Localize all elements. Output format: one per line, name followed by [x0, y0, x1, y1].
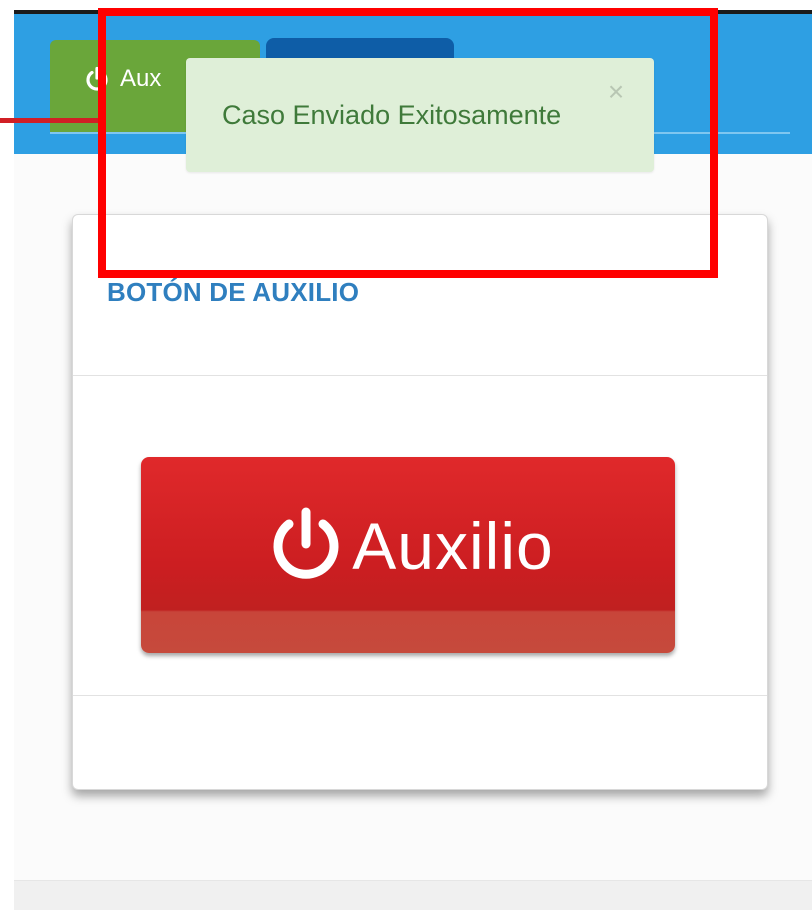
bottom-bar	[14, 880, 812, 910]
auxilio-button[interactable]: Auxilio	[141, 457, 675, 653]
power-icon	[273, 507, 339, 579]
screenshot-stage: Aux BOTÓN DE AUXILIO Auxilio Caso Enviad…	[0, 0, 812, 910]
callout-pointer-line	[0, 118, 104, 123]
power-icon	[86, 66, 108, 91]
card-divider-top	[73, 375, 767, 376]
auxilio-card: BOTÓN DE AUXILIO Auxilio	[72, 214, 768, 790]
card-divider-bottom	[73, 695, 767, 696]
toast-message: Caso Enviado Exitosamente	[222, 100, 562, 130]
success-toast: Caso Enviado Exitosamente ×	[186, 58, 654, 172]
card-title: BOTÓN DE AUXILIO	[107, 277, 360, 307]
close-icon[interactable]: ×	[604, 78, 628, 106]
auxilio-button-label: Auxilio	[352, 509, 554, 583]
auxilio-button-content: Auxilio	[262, 502, 553, 590]
tab-auxilio-label: Aux	[120, 65, 162, 92]
